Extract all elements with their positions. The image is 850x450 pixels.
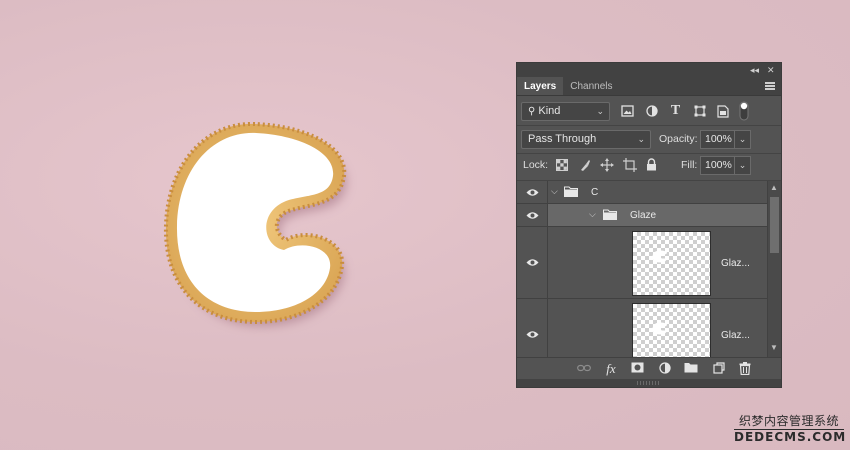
lock-all-icon[interactable]	[645, 158, 658, 171]
layer-mask-icon[interactable]	[630, 362, 644, 376]
tab-layers[interactable]: Layers	[517, 77, 564, 95]
type-filter-icon[interactable]: T	[669, 104, 682, 118]
opacity-field[interactable]: 100%	[700, 130, 735, 149]
filter-toggle-icon[interactable]	[739, 101, 749, 121]
panel-resize-grip[interactable]	[517, 379, 781, 387]
layer-name: Glaz...	[721, 258, 750, 269]
layer-row-glaze-2[interactable]: Glaz...	[517, 299, 767, 357]
blend-divider	[517, 153, 781, 154]
layer-thumbnail	[632, 303, 711, 357]
layer-name: Glaz...	[721, 330, 750, 341]
visibility-cell	[517, 204, 548, 226]
smart-object-filter-icon[interactable]	[716, 105, 729, 118]
fill-slider-toggle[interactable]: ⌄	[735, 156, 751, 175]
scroll-down-icon[interactable]: ▼	[770, 343, 778, 352]
lock-label: Lock:	[523, 159, 549, 171]
search-icon: ⚲	[528, 106, 536, 117]
adjustment-layer-icon[interactable]	[658, 362, 672, 376]
eye-icon[interactable]	[526, 211, 539, 220]
visibility-cell	[517, 299, 548, 357]
lock-artboard-icon[interactable]	[623, 158, 637, 172]
grip-dots	[637, 381, 661, 385]
scroll-up-icon[interactable]: ▲	[770, 183, 778, 192]
filter-kind-label: Kind	[538, 105, 561, 117]
lock-position-icon[interactable]	[600, 158, 614, 172]
new-layer-icon[interactable]	[712, 362, 726, 376]
glaze-shape-thumbnail	[652, 250, 667, 263]
cookie-letter-c	[163, 121, 347, 326]
selected-highlight	[548, 204, 767, 226]
chevron-down-icon: ⌄	[596, 106, 604, 116]
fill-field[interactable]: 100%	[700, 156, 735, 175]
layer-row-glaze-1[interactable]: Glaz...	[517, 227, 767, 299]
scroll-thumb[interactable]	[770, 197, 779, 253]
shape-filter-icon[interactable]	[693, 105, 706, 118]
link-layers-icon[interactable]	[577, 362, 591, 376]
panel-title-bar: ◂◂ ✕	[517, 63, 781, 77]
visibility-cell	[517, 227, 548, 298]
eye-icon[interactable]	[526, 258, 539, 267]
layer-thumbnail	[632, 231, 711, 296]
filter-divider	[517, 125, 781, 126]
expand-chevron-icon[interactable]: ⌵	[589, 209, 596, 220]
layer-name: C	[591, 187, 599, 198]
watermark-chinese: 织梦内容管理系统	[738, 414, 839, 428]
lock-image-icon[interactable]	[578, 159, 591, 172]
folder-icon	[603, 209, 617, 220]
fx-icon[interactable]: fx	[604, 362, 618, 376]
delete-icon[interactable]	[738, 362, 752, 376]
chevron-down-icon: ⌄	[637, 134, 645, 144]
eye-icon[interactable]	[526, 330, 539, 339]
expand-chevron-icon[interactable]: ⌵	[551, 186, 558, 197]
adjustment-filter-icon[interactable]	[645, 105, 658, 118]
layers-list: ⌵ C ⌵ Glaze Glaz... Glaz...	[517, 181, 767, 357]
layer-name: Glaze	[630, 210, 657, 221]
panel-tabs: Layers Channels	[517, 77, 781, 96]
new-group-icon[interactable]	[684, 362, 698, 376]
layers-scrollbar[interactable]: ▲ ▼	[767, 181, 781, 357]
layers-panel: ◂◂ ✕ Layers Channels ⚲ Kind ⌄ T Pass Thr…	[516, 62, 782, 388]
opacity-slider-toggle[interactable]: ⌄	[735, 130, 751, 149]
folder-icon	[564, 186, 578, 197]
tab-channels[interactable]: Channels	[563, 77, 619, 95]
collapse-panel-icon[interactable]: ◂◂	[750, 64, 759, 76]
lock-transparent-icon[interactable]	[555, 159, 568, 172]
visibility-cell	[517, 181, 548, 203]
blend-mode-dropdown[interactable]: Pass Through ⌄	[521, 130, 651, 149]
fill-label: Fill:	[681, 159, 698, 171]
watermark: 织梦内容管理系统 DEDECMS.COM	[734, 414, 847, 444]
opacity-label: Opacity:	[659, 133, 698, 145]
close-panel-icon[interactable]: ✕	[767, 64, 775, 76]
eye-icon[interactable]	[526, 188, 539, 197]
image-filter-icon[interactable]	[621, 105, 634, 118]
layer-row-group-c[interactable]: ⌵ C	[517, 181, 767, 204]
watermark-english: DEDECMS.COM	[734, 429, 847, 444]
glaze-shape-thumbnail	[652, 322, 667, 335]
layer-row-group-glaze[interactable]: ⌵ Glaze	[517, 204, 767, 227]
panel-bottom-bar: fx	[517, 357, 781, 379]
filter-kind-dropdown[interactable]: ⚲ Kind ⌄	[521, 102, 610, 121]
panel-menu-icon[interactable]	[765, 82, 775, 90]
blend-mode-value: Pass Through	[528, 133, 597, 145]
